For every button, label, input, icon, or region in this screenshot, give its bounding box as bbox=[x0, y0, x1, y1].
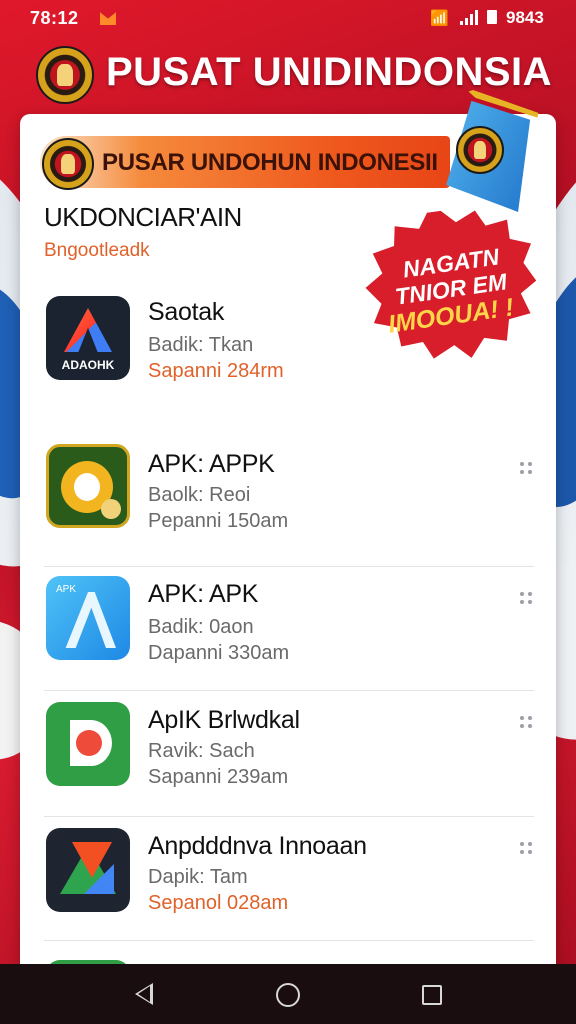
section-subtitle[interactable]: Bngootleadk bbox=[44, 240, 150, 262]
more-options-icon[interactable] bbox=[520, 592, 534, 606]
app-size: Pepanni 150am bbox=[148, 510, 289, 532]
dark-a-app-icon[interactable]: ADAOHK bbox=[46, 296, 130, 380]
app-detail: Baolk: Reoi bbox=[148, 484, 251, 506]
more-options-icon[interactable] bbox=[520, 462, 534, 476]
more-options-icon[interactable] bbox=[520, 842, 534, 856]
blue-a-app-icon[interactable]: APK bbox=[46, 576, 130, 660]
garuda-emblem-icon bbox=[42, 138, 94, 190]
notification-icon bbox=[100, 12, 116, 25]
promo-banner[interactable]: PUSAR UNDOHUN INDONESII bbox=[40, 136, 450, 190]
app-name: ApIK Brlwdkal bbox=[148, 706, 300, 734]
list-item[interactable]: APK: APPK Baolk: Reoi Pepanni 150am bbox=[44, 434, 534, 567]
promo-sticker[interactable]: NAGATN TNIOR EM IMOOUA! ! bbox=[366, 210, 536, 360]
app-name: Saotak bbox=[148, 298, 225, 326]
system-nav-bar bbox=[0, 964, 576, 1024]
section-title: UKDONCIAR'AIN bbox=[44, 202, 242, 232]
list-item[interactable]: ApIK Brlwdkal Ravik: Sach Sapanni 239am bbox=[44, 690, 534, 817]
more-options-icon[interactable] bbox=[520, 716, 534, 730]
battery-icon bbox=[487, 10, 497, 24]
list-item[interactable]: Anpdddnva Innoaan Dapik: Tam Sepanol 028… bbox=[44, 816, 534, 941]
recents-icon[interactable] bbox=[422, 985, 442, 1005]
divider bbox=[44, 940, 534, 941]
app-detail: Ravik: Sach bbox=[148, 740, 255, 762]
app-size: Sapanni 239am bbox=[148, 766, 289, 788]
status-time: 78:12 bbox=[30, 8, 79, 28]
signal-icon bbox=[460, 10, 480, 25]
app-size: Sapanni 284rm bbox=[148, 360, 284, 382]
app-detail: Badik: Tkan bbox=[148, 334, 254, 356]
back-icon[interactable] bbox=[135, 983, 153, 1005]
app-size: Dapanni 330am bbox=[148, 642, 290, 664]
app-detail: Dapik: Tam bbox=[148, 866, 248, 888]
battery-text: 9843 bbox=[506, 8, 544, 27]
status-bar: 78:12 📶 9843 bbox=[0, 0, 576, 36]
app-name: APK: APK bbox=[148, 580, 259, 608]
banner-text: PUSAR UNDOHUN INDONESII bbox=[102, 149, 438, 176]
app-icon-label: ADAOHK bbox=[61, 358, 115, 372]
list-item[interactable]: APK APK: APK Badik: 0aon Dapanni 330am bbox=[44, 566, 534, 691]
home-icon[interactable] bbox=[276, 983, 300, 1007]
app-name: Anpdddnva Innoaan bbox=[148, 832, 367, 860]
garuda-emblem-icon bbox=[456, 126, 504, 174]
triangle-app-icon[interactable] bbox=[46, 828, 130, 912]
garuda-emblem-icon bbox=[36, 46, 94, 104]
app-name: APK: APPK bbox=[148, 450, 275, 478]
wifi-icon: 📶 bbox=[430, 10, 449, 27]
app-size: Sepanol 028am bbox=[148, 892, 289, 914]
app-icon-label: APK bbox=[56, 584, 77, 595]
green-v-app-icon[interactable] bbox=[46, 702, 130, 786]
app-detail: Badik: 0aon bbox=[148, 616, 254, 638]
green-ring-app-icon[interactable] bbox=[46, 444, 130, 528]
